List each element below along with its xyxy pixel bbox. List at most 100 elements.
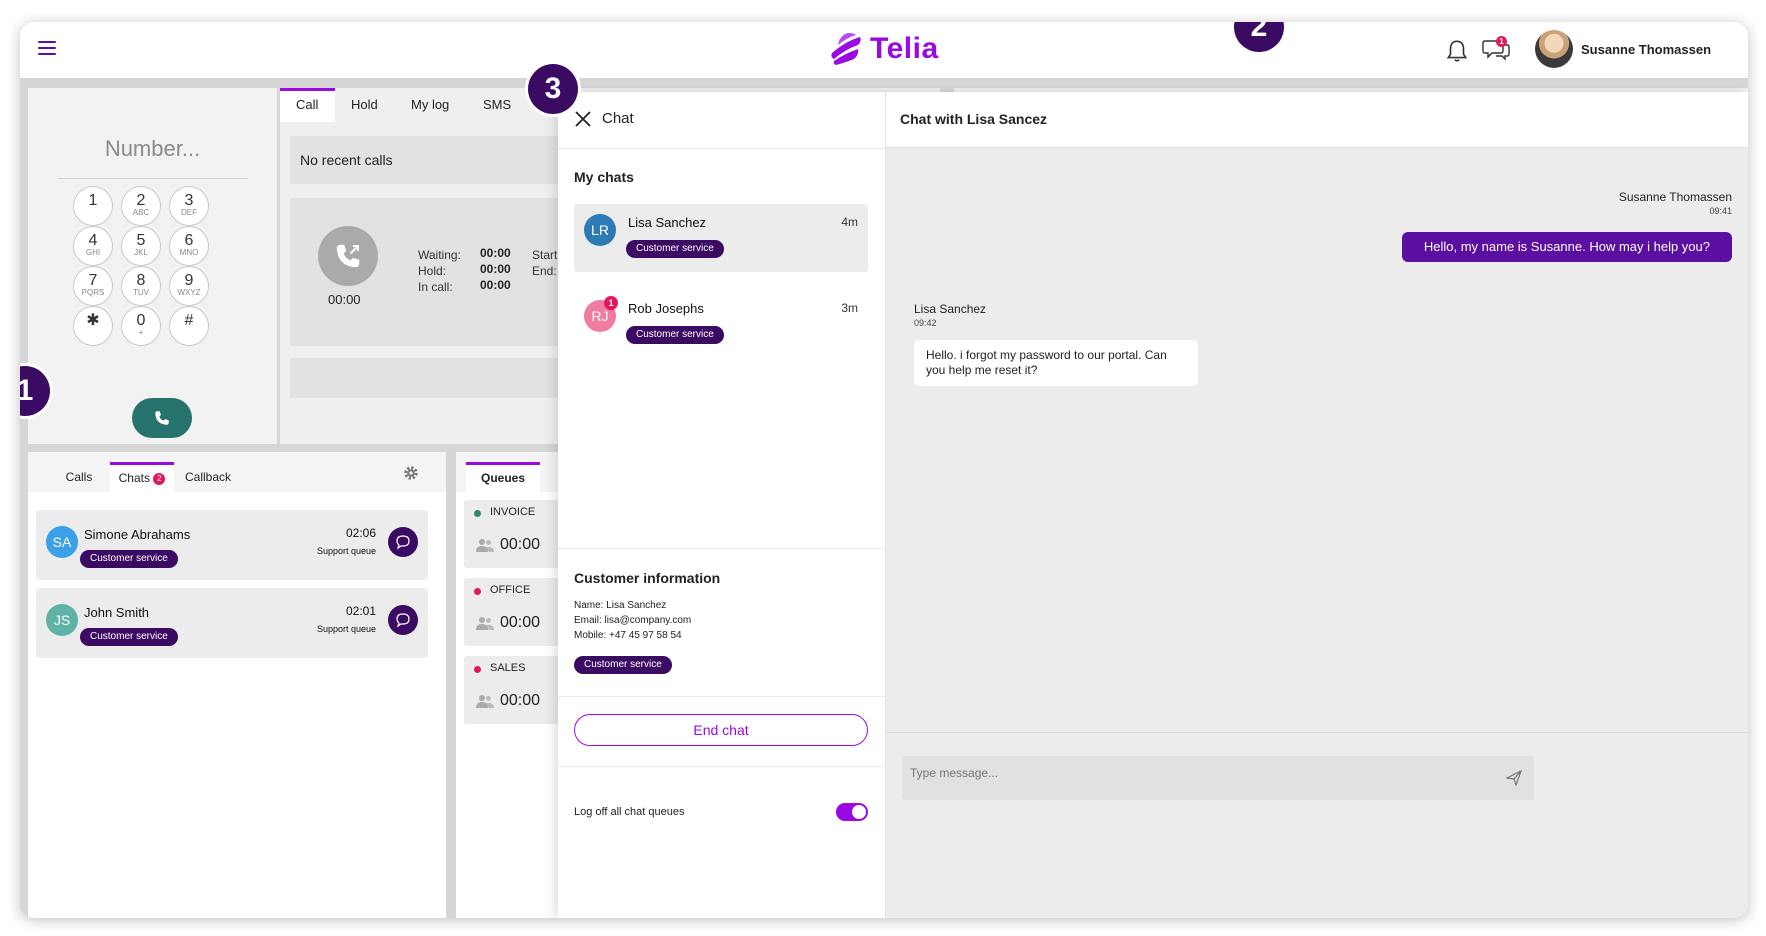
hold-label: Hold: [418,264,447,278]
tab-hold[interactable]: Hold [335,88,395,122]
incoming-time: 09:42 [914,318,937,328]
queue-label: SALES [490,662,526,674]
dialpad-key[interactable]: 7 PQRS [73,266,113,306]
key-digit: 7 [88,272,98,289]
people-icon [476,695,494,708]
tab-callback[interactable]: Callback [178,462,238,492]
queue-status-dot [474,588,481,595]
message-input[interactable] [910,764,1470,782]
tag-badge: Customer service [626,326,724,344]
telia-logo: Telia [828,26,939,72]
queue-chat-item[interactable]: JS John Smith Customer service 02:01 Support… [36,588,428,658]
chat-notifications-button[interactable]: 1 [1482,36,1514,64]
tab-queues[interactable]: Queues [466,462,540,492]
send-icon[interactable] [1506,770,1522,786]
dialpad-key[interactable]: ✱ [73,306,113,346]
tab-calls[interactable]: Calls [54,462,104,492]
dialpad-key[interactable]: 2 ABC [121,186,161,226]
dialpad-key[interactable]: 8 TUV [121,266,161,306]
divider [558,766,886,767]
tab-chats[interactable]: Chats 2 [110,462,174,492]
dialpad-key[interactable]: 6 MNO [169,226,209,266]
dialpad-key[interactable]: 4 GHI [73,226,113,266]
composer-divider [886,732,1748,733]
queue-name: Support queue [316,624,376,634]
dialpad-key[interactable]: 3 DEF [169,186,209,226]
top-bar: Telia 1 Susanne Thomassen [20,22,1748,78]
key-digit: 8 [136,272,146,289]
key-letters: GHI [85,248,101,257]
dialpad-key[interactable]: # [169,306,209,346]
contact-name: Lisa Sanchez [628,215,707,230]
open-chat-button[interactable] [388,527,418,557]
wait-time: 02:01 [345,604,376,618]
menu-icon[interactable] [38,41,56,55]
people-icon [476,617,494,630]
queue-chat-item[interactable]: SA Simone Abrahams Customer service 02:06 Su… [36,510,428,580]
bell-icon[interactable] [1444,38,1470,64]
customer-name: Name: Lisa Sanchez [574,600,667,611]
end-chat-button[interactable]: End chat [574,714,868,746]
chat-badge: 1 [1496,36,1507,47]
dialpad-key[interactable]: 1 [73,186,113,226]
outgoing-time: 09:41 [1709,206,1732,216]
key-digit: 2 [136,192,146,209]
chat-list-item[interactable]: LR Lisa Sanchez 4m Customer service [574,204,868,272]
queue-name: Support queue [316,546,376,556]
chat-panel-title: Chat [602,110,634,127]
key-digit: 0 [136,312,146,329]
dialpad-key[interactable]: 0 + [121,306,161,346]
avatar: JS [46,604,78,636]
key-digit: 4 [88,232,98,249]
tab-sms[interactable]: SMS [467,88,523,122]
tab-call[interactable]: Call [280,88,335,122]
chat-age: 4m [841,215,858,229]
incoming-message: Hello. i forgot my password to our porta… [914,340,1198,386]
queue-label: OFFICE [490,584,531,596]
tab-my-log[interactable]: My log [395,88,467,122]
key-letters: ABC [132,208,150,217]
number-input[interactable]: Number... [28,136,277,162]
message-composer [902,756,1534,800]
avatar: SA [46,526,78,558]
user-avatar[interactable] [1535,30,1573,68]
key-letters: TUV [133,288,149,297]
key-letters: PQRS [81,288,105,297]
conversation-title: Chat with Lisa Sancez [900,111,1048,127]
incoming-sender: Lisa Sanchez [914,302,987,316]
queue-panel: Calls Chats 2 Callback SA Simone Abrahams… [28,452,446,918]
call-status-icon [318,226,378,286]
conversation-column: Chat with Lisa Sancez Susanne Thomassen … [886,92,1748,918]
dialpad-key[interactable]: 5 JKL [121,226,161,266]
end-label: End: [532,264,557,278]
key-digit: 6 [184,232,194,249]
contact-name: Simone Abrahams [84,527,191,542]
avatar: LR [584,214,616,246]
outgoing-message: Hello, my name is Susanne. How may i hel… [1401,232,1732,262]
divider [558,148,886,149]
hold-value: 00:00 [480,262,511,276]
dialpad-key[interactable]: 9 WXYZ [169,266,209,306]
conversation-header: Chat with Lisa Sancez [886,92,1748,148]
phone-icon [155,411,169,425]
logo-text: Telia [870,32,939,65]
outgoing-sender: Susanne Thomassen [1618,190,1732,204]
number-underline [58,178,248,179]
open-chat-button[interactable] [388,605,418,635]
log-off-toggle[interactable] [836,803,868,821]
key-digit: 3 [184,192,194,209]
user-name[interactable]: Susanne Thomassen [1581,42,1711,57]
incall-value: 00:00 [480,278,511,292]
contact-name: John Smith [84,605,150,620]
queue-status-dot [474,666,481,673]
customer-tag: Customer service [574,656,672,674]
call-button[interactable] [132,398,192,438]
tab-chats-label: Chats [118,471,150,485]
queue-count: 00:00 [500,536,541,553]
tag-badge: Customer service [80,628,178,646]
chat-list-item[interactable]: RJ 1 Rob Josephs 3m Customer service [574,290,868,358]
close-icon[interactable] [574,110,592,128]
gear-icon[interactable] [402,464,420,482]
dialpad-panel: Number... 1 2 ABC 3 DEF 4 GHI 5 JKL 6 MNO 7 PQRS 8 TUV… [28,88,277,444]
tag-badge: Customer service [626,240,724,258]
